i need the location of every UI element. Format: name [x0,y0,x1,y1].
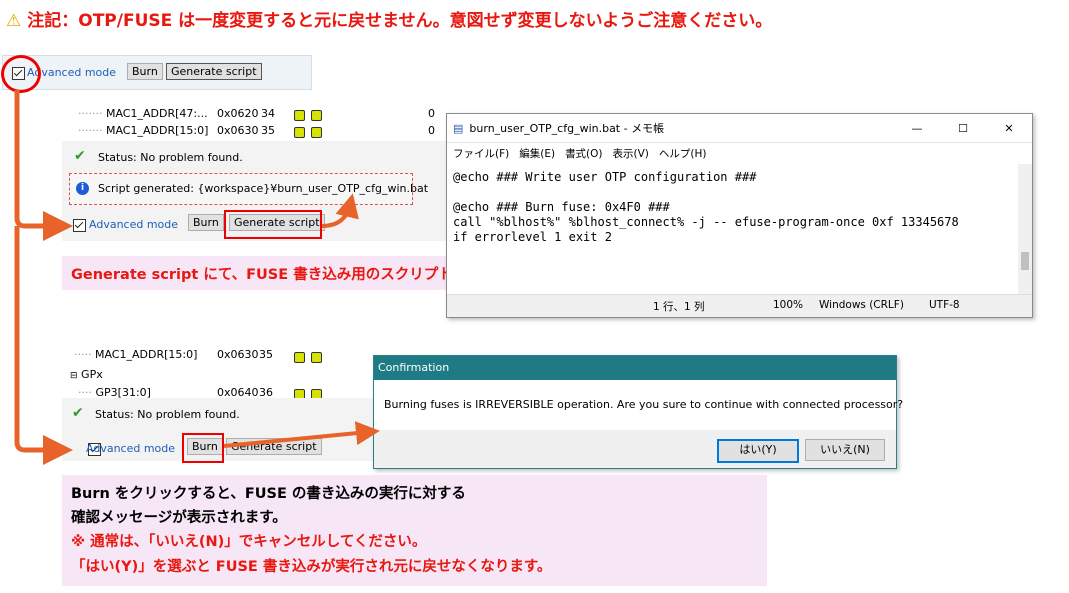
arrow-to-notepad [321,193,359,228]
arrow-to-section1 [14,90,73,241]
arrow-to-section2 [14,226,73,465]
arrows-overlay [14,90,380,465]
arrow-to-dialog [223,421,380,448]
